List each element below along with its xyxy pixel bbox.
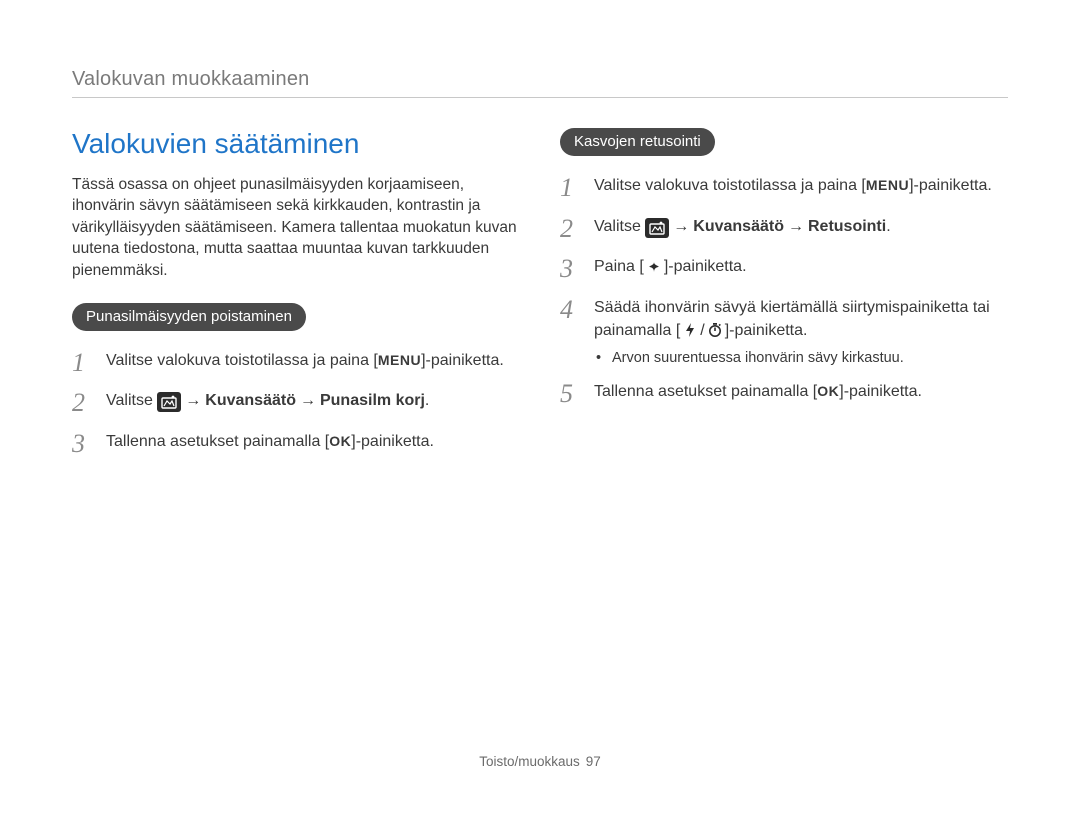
right-column: Kasvojen retusointi 1 Valitse valokuva t…	[560, 128, 1008, 471]
text-bold: Kuvansäätö	[693, 218, 784, 235]
text: Paina [	[594, 258, 644, 275]
step-body: Valitse →Kuvansäätö→Punasilm korj.	[106, 389, 520, 412]
text: ]-painiketta.	[664, 258, 747, 275]
ok-icon: OK	[817, 383, 839, 399]
step-body: Valitse valokuva toistotilassa ja paina …	[106, 349, 520, 372]
text: .	[886, 218, 890, 235]
footer-label: Toisto/muokkaus	[479, 754, 580, 769]
step-2: 2 Valitse →Kuvansäätö→Punasilm korj.	[72, 389, 520, 418]
arrow-icon: →	[296, 392, 320, 409]
text: Valitse	[106, 392, 157, 409]
step-1: 1 Valitse valokuva toistotilassa ja pain…	[72, 349, 520, 378]
step-body: Tallenna asetukset painamalla [OK]-paini…	[594, 380, 1008, 403]
step-number: 3	[560, 255, 582, 284]
step-body: Valitse →Kuvansäätö→Retusointi.	[594, 215, 1008, 238]
text-bold: Punasilm korj	[320, 392, 425, 409]
left-column: Valokuvien säätäminen Tässä osassa on oh…	[72, 128, 520, 471]
ok-icon: OK	[329, 433, 351, 449]
step-number: 3	[72, 430, 94, 459]
arrow-icon: →	[669, 218, 693, 235]
text: Tallenna asetukset painamalla [	[594, 383, 817, 400]
step-number: 4	[560, 296, 582, 325]
arrow-icon: →	[181, 392, 205, 409]
macro-icon	[644, 257, 664, 275]
text: Valitse	[594, 218, 645, 235]
page-footer: Toisto/muokkaus 97	[0, 754, 1080, 769]
breadcrumb: Valokuvan muokkaaminen	[72, 68, 1008, 91]
text: ]-painiketta.	[839, 383, 922, 400]
bullet-dot: •	[596, 350, 602, 366]
flash-icon	[680, 321, 700, 339]
menu-icon: MENU	[378, 352, 421, 368]
step-number: 2	[72, 389, 94, 418]
text-bold: Retusointi	[808, 218, 886, 235]
pill-retouch: Kasvojen retusointi	[560, 128, 715, 156]
step-number: 2	[560, 215, 582, 244]
step-body: Säädä ihonvärin sävyä kiertämällä siirty…	[594, 296, 1008, 342]
step-5: 5 Tallenna asetukset painamalla [OK]-pai…	[560, 380, 1008, 409]
text: Valitse valokuva toistotilassa ja paina …	[594, 177, 866, 194]
step-body: Tallenna asetukset painamalla [OK]-paini…	[106, 430, 520, 453]
step-3: 3 Tallenna asetukset painamalla [OK]-pai…	[72, 430, 520, 459]
text: ]-painiketta.	[725, 322, 808, 339]
text: Valitse valokuva toistotilassa ja paina …	[106, 352, 378, 369]
arrow-icon: →	[784, 218, 808, 235]
manual-page: Valokuvan muokkaaminen Valokuvien säätäm…	[0, 0, 1080, 815]
menu-icon: MENU	[866, 177, 909, 193]
step-body: Paina [ ]-painiketta.	[594, 255, 1008, 278]
pill-redeye: Punasilmäisyyden poistaminen	[72, 303, 306, 331]
steps-retouch: 1 Valitse valokuva toistotilassa ja pain…	[560, 174, 1008, 342]
divider	[72, 97, 1008, 98]
step-body: Valitse valokuva toistotilassa ja paina …	[594, 174, 1008, 197]
edit-icon	[157, 392, 181, 412]
section-title: Valokuvien säätäminen	[72, 128, 520, 160]
text: ]-painiketta.	[351, 433, 434, 450]
content-columns: Valokuvien säätäminen Tässä osassa on oh…	[72, 128, 1008, 471]
text-bold: Kuvansäätö	[205, 392, 296, 409]
steps-retouch-cont: 5 Tallenna asetukset painamalla [OK]-pai…	[560, 380, 1008, 409]
intro-paragraph: Tässä osassa on ohjeet punasilmäisyyden …	[72, 174, 520, 281]
text: .	[425, 392, 429, 409]
step-1: 1 Valitse valokuva toistotilassa ja pain…	[560, 174, 1008, 203]
step-4: 4 Säädä ihonvärin sävyä kiertämällä siir…	[560, 296, 1008, 342]
step-number: 5	[560, 380, 582, 409]
text: ]-painiketta.	[421, 352, 504, 369]
steps-redeye: 1 Valitse valokuva toistotilassa ja pain…	[72, 349, 520, 459]
text: ]-painiketta.	[909, 177, 992, 194]
step-number: 1	[72, 349, 94, 378]
note-bullet: • Arvon suurentuessa ihonvärin sävy kirk…	[596, 350, 1008, 366]
edit-icon	[645, 218, 669, 238]
page-number: 97	[586, 754, 601, 769]
step-3: 3 Paina [ ]-painiketta.	[560, 255, 1008, 284]
step-number: 1	[560, 174, 582, 203]
note-text: Arvon suurentuessa ihonvärin sävy kirkas…	[612, 350, 904, 366]
step-2: 2 Valitse →Kuvansäätö→Retusointi.	[560, 215, 1008, 244]
timer-icon	[705, 321, 725, 339]
text: Tallenna asetukset painamalla [	[106, 433, 329, 450]
